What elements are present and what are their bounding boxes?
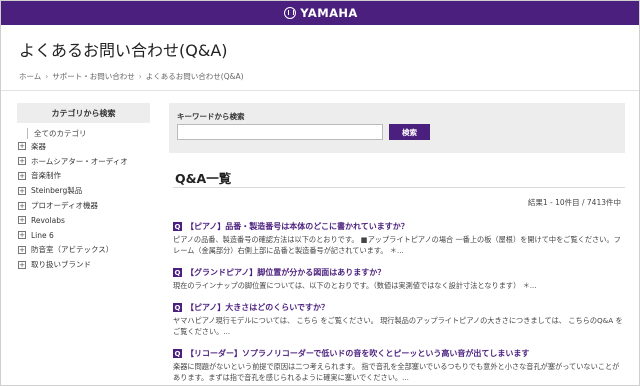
- tuning-fork-logo-icon: [284, 7, 297, 19]
- expand-plus-icon[interactable]: +: [18, 260, 26, 269]
- search-button[interactable]: 検索: [389, 124, 430, 140]
- expand-plus-icon[interactable]: +: [18, 186, 26, 195]
- question-badge-icon: Q: [173, 349, 182, 358]
- qa-heading-rule: [173, 187, 625, 188]
- qa-snippet: 現在のラインナップの脚位置については、以下のとおりです。（数値は実測値ではなく設…: [173, 281, 537, 290]
- yamaha-logo[interactable]: YAMAHA: [284, 6, 357, 20]
- sidebar-item-music-production[interactable]: + 音楽制作: [17, 169, 150, 184]
- sidebar-item-label: Steinberg製品: [31, 186, 83, 196]
- expand-plus-icon[interactable]: +: [18, 245, 26, 254]
- qa-list-heading: Q&A一覧: [175, 171, 232, 186]
- sidebar-item-label: ホームシアター・オーディオ: [31, 156, 128, 166]
- qa-title-link[interactable]: 【グランドピアノ】脚位置が分かる図面はありますか？: [186, 267, 385, 278]
- qa-snippet: ヤマハピアノ現行モデルについては、 こちら をご覧ください。 現行製品のアップラ…: [173, 316, 623, 336]
- sidebar-item-label: Revolabs: [31, 215, 65, 225]
- expand-plus-icon[interactable]: +: [18, 201, 26, 210]
- brand-name: YAMAHA: [300, 6, 358, 20]
- top-bar: YAMAHA: [1, 1, 639, 25]
- expand-plus-icon[interactable]: +: [18, 216, 26, 225]
- search-input[interactable]: [177, 124, 383, 140]
- sidebar-item-instruments[interactable]: + 楽器: [17, 139, 150, 154]
- keyword-search-panel: キーワードから検索 検索: [169, 103, 625, 153]
- sidebar-item-label: 防音室（アビテックス）: [31, 245, 114, 255]
- sidebar-item-label: 取り扱いブランド: [31, 260, 91, 270]
- sidebar-item-label: 楽器: [31, 141, 46, 151]
- sidebar-item-soundproof[interactable]: + 防音室（アビテックス）: [17, 243, 150, 258]
- expand-plus-icon[interactable]: +: [18, 157, 26, 166]
- question-badge-icon: Q: [173, 268, 182, 277]
- breadcrumb-support[interactable]: サポート・お問い合わせ: [52, 71, 135, 82]
- breadcrumb: ホーム › サポート・お問い合わせ › よくあるお問い合わせ(Q&A): [19, 71, 244, 82]
- question-badge-icon: Q: [173, 222, 182, 231]
- expand-plus-icon[interactable]: +: [18, 231, 26, 240]
- search-label: キーワードから検索: [177, 112, 245, 121]
- qa-list-item: Q 【グランドピアノ】脚位置が分かる図面はありますか？ 現在のラインナップの脚位…: [173, 267, 625, 292]
- qa-snippet: 楽器に問題がないという前提で原因は二つ考えられます。 指で音孔を全部塞いでいるつ…: [173, 362, 620, 382]
- qa-title-link[interactable]: 【ピアノ】品番・製造番号は本体のどこに書かれていますか？: [186, 221, 409, 232]
- sidebar-heading: カテゴリから検索: [17, 103, 150, 123]
- breadcrumb-current: よくあるお問い合わせ(Q&A): [145, 72, 244, 81]
- sidebar-item-revolabs[interactable]: + Revolabs: [17, 213, 150, 228]
- result-count: 結果1 - 10件目 / 7413件中: [527, 198, 621, 207]
- sidebar-item-brands[interactable]: + 取り扱いブランド: [17, 257, 150, 272]
- qa-snippet: ピアノの品番、製造番号の確認方法は以下のとおりです。 ■アップライトピアノの場合…: [173, 235, 621, 255]
- expand-plus-icon[interactable]: +: [18, 142, 26, 151]
- chevron-right-icon: ›: [138, 72, 142, 81]
- qa-list-item: Q 【ピアノ】品番・製造番号は本体のどこに書かれていますか？ ピアノの品番、製造…: [173, 221, 625, 256]
- sidebar-item-label: プロオーディオ機器: [31, 201, 98, 211]
- category-sidebar: カテゴリから検索 全てのカテゴリ + 楽器 + ホームシアター・オーディオ + 音楽制…: [17, 103, 150, 272]
- sidebar-item-audio[interactable]: + ホームシアター・オーディオ: [17, 154, 150, 169]
- qa-title-link[interactable]: 【ピアノ】大きさはどのくらいですか？: [186, 302, 329, 313]
- page-title: よくあるお問い合わせ(Q&A): [19, 41, 228, 60]
- sidebar-item-line6[interactable]: + Line 6: [17, 228, 150, 243]
- qa-list-item: Q 【リコーダー】ソプラノリコーダーで低いドの音を吹くとピーッという高い音が出て…: [173, 348, 625, 383]
- qa-list-item: Q 【ピアノ】大きさはどのくらいですか？ ヤマハピアノ現行モデルについては、 こ…: [173, 302, 625, 337]
- sidebar-item-steinberg[interactable]: + Steinberg製品: [17, 183, 150, 198]
- qa-title-link[interactable]: 【リコーダー】ソプラノリコーダーで低いドの音を吹くとピーッという高い音が出てしま…: [186, 348, 529, 359]
- header-divider: [1, 90, 639, 91]
- chevron-right-icon: ›: [45, 72, 49, 81]
- sidebar-item-label: Line 6: [31, 230, 54, 240]
- question-badge-icon: Q: [173, 303, 182, 312]
- sidebar-item-all[interactable]: 全てのカテゴリ: [27, 128, 150, 139]
- breadcrumb-home[interactable]: ホーム: [19, 71, 41, 82]
- expand-plus-icon[interactable]: +: [18, 171, 26, 180]
- page-frame: YAMAHA よくあるお問い合わせ(Q&A) ホーム › サポート・お問い合わせ…: [0, 0, 640, 386]
- sidebar-item-pro-audio[interactable]: + プロオーディオ機器: [17, 198, 150, 213]
- sidebar-item-label: 音楽制作: [31, 171, 61, 181]
